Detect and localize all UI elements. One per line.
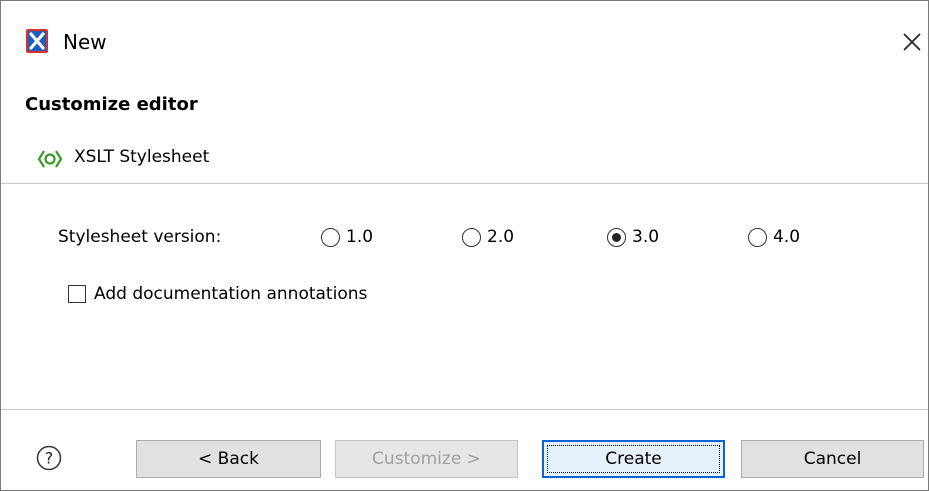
radio-label: 1.0 [346,227,374,247]
radio-circle[interactable] [607,227,626,247]
radio-label: 4.0 [773,227,801,247]
version-radio-3-0[interactable]: 3.0 [607,225,659,249]
documentation-annotations-checkbox[interactable]: Add documentation annotations [68,282,367,306]
checkbox-box[interactable] [68,285,86,303]
radio-circle[interactable] [748,227,767,247]
version-radio-4-0[interactable]: 4.0 [748,225,800,249]
back-button-label: < Back [198,449,259,469]
customize-button[interactable]: Customize > [335,440,518,478]
version-radio-2-0[interactable]: 2.0 [462,225,514,249]
page-title: Customize editor [25,94,198,115]
customize-button-label: Customize > [372,449,481,469]
radio-circle[interactable] [321,227,340,247]
radio-label: 3.0 [632,227,660,247]
radio-selected-dot [612,232,621,242]
header-divider [1,183,928,184]
version-radio-1-0[interactable]: 1.0 [321,225,373,249]
back-button[interactable]: < Back [136,440,321,478]
help-icon[interactable]: ? [36,445,62,471]
title-bar: New [1,1,928,83]
close-icon[interactable] [897,27,927,57]
new-dialog: New Customize editor XSLT Stylesheet Sty… [0,0,929,491]
cancel-button-label: Cancel [803,449,862,469]
cancel-button[interactable]: Cancel [741,440,924,478]
radio-circle[interactable] [462,227,481,247]
window-title: New [63,30,107,54]
editor-type-label: XSLT Stylesheet [74,147,210,167]
xslt-file-icon [37,150,63,168]
dialog-header: Customize editor XSLT Stylesheet [1,83,928,183]
create-button-label: Create [605,449,662,469]
svg-text:?: ? [45,449,54,468]
stylesheet-version-label: Stylesheet version: [58,227,222,247]
checkbox-label: Add documentation annotations [94,284,368,304]
radio-label: 2.0 [487,227,515,247]
oxygen-x-icon [26,29,48,53]
create-button[interactable]: Create [542,440,725,478]
footer-divider [1,409,928,410]
